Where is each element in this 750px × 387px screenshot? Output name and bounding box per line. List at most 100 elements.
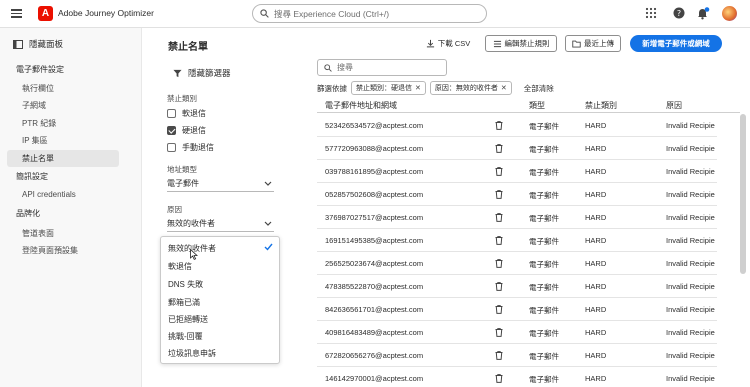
download-icon <box>426 39 434 48</box>
nav-item-suppression-list[interactable]: 禁止名單 <box>22 153 54 164</box>
checkbox-box[interactable] <box>167 109 176 118</box>
cell-category: HARD <box>585 144 607 153</box>
cell-category: HARD <box>585 121 607 130</box>
trash-icon[interactable] <box>495 236 503 245</box>
trash-icon[interactable] <box>495 167 503 176</box>
hide-filters-button[interactable]: 隱藏篩選器 <box>173 67 231 79</box>
column-header-type[interactable]: 類型 <box>529 100 545 111</box>
cell-category: HARD <box>585 328 607 337</box>
filter-tag-category[interactable]: 禁止類別：硬退信 ✕ <box>351 81 426 95</box>
list-search-input[interactable]: 搜尋 <box>317 59 447 76</box>
app-title[interactable]: Adobe Journey Optimizer <box>58 8 154 18</box>
list-search-placeholder: 搜尋 <box>337 63 353 72</box>
column-header-category[interactable]: 禁止類別 <box>585 100 617 111</box>
trash-icon[interactable] <box>495 190 503 199</box>
cell-category: HARD <box>585 282 607 291</box>
table-row[interactable]: 842636561701@acptest.com 電子郵件 HARD Invalid … <box>317 298 717 321</box>
trash-icon[interactable] <box>495 351 503 360</box>
reason-picker[interactable]: 無效的收件者 <box>167 216 274 232</box>
option-mailbox-full[interactable]: 郵箱已滿 <box>168 297 200 308</box>
cell-type: 電子郵件 <box>529 214 559 223</box>
table-row[interactable]: 039788161895@acptest.com 電子郵件 HARD Invalid … <box>317 160 717 183</box>
table-row[interactable]: 146142970001@acptest.com 電子郵件 HARD Invalid … <box>317 367 717 387</box>
hide-panel-toggle[interactable]: 隱藏面板 <box>13 38 63 50</box>
apps-grid-icon[interactable] <box>645 7 657 19</box>
nav-item-ip-pools[interactable]: IP 集區 <box>22 135 48 146</box>
table-row[interactable]: 376987027517@acptest.com 電子郵件 HARD Invalid … <box>317 206 717 229</box>
add-email-or-domain-button[interactable]: 新增電子郵件或網域 <box>630 35 722 52</box>
applied-filters-label: 篩選依據 <box>317 83 347 93</box>
cell-email: 672820656276@acptest.com <box>325 351 424 360</box>
option-challenge-response[interactable]: 挑戰-回覆 <box>168 331 203 342</box>
option-soft-bounce[interactable]: 軟退信 <box>168 261 192 272</box>
table-row[interactable]: 478385522870@acptest.com 電子郵件 HARD Invalid … <box>317 275 717 298</box>
nav-item-channel-surfaces[interactable]: 管道表面 <box>22 228 54 239</box>
cell-email: 577720963088@acptest.com <box>325 144 424 153</box>
avatar[interactable] <box>722 6 737 21</box>
nav-item-ptr-records[interactable]: PTR 紀錄 <box>22 118 56 129</box>
trash-icon[interactable] <box>495 374 503 383</box>
mouse-cursor-icon <box>190 249 198 260</box>
help-icon[interactable]: ? <box>673 7 685 19</box>
nav-item-execution-fields[interactable]: 執行欄位 <box>22 83 54 94</box>
address-type-picker[interactable]: 電子郵件 <box>167 176 274 192</box>
table-row[interactable]: 409816483489@acptest.com 電子郵件 HARD Invalid … <box>317 321 717 344</box>
chevron-down-icon <box>264 181 272 186</box>
folder-icon <box>572 40 581 48</box>
close-icon[interactable]: ✕ <box>501 84 507 92</box>
table-header: 電子郵件地址和網域 類型 禁止類別 原因 <box>317 96 740 113</box>
table-row[interactable]: 672820656276@acptest.com 電子郵件 HARD Invalid … <box>317 344 717 367</box>
column-header-reason[interactable]: 原因 <box>666 100 682 111</box>
nav-item-landing-page-presets[interactable]: 登陸頁面預設集 <box>22 245 78 256</box>
recent-uploads-label: 最近上傳 <box>584 39 614 48</box>
global-search-input[interactable]: 搜尋 Experience Cloud (Ctrl+/) <box>252 4 487 23</box>
download-csv-button[interactable]: 下載 CSV <box>425 35 471 52</box>
nav-section-branding: 品牌化 <box>16 209 40 218</box>
checkbox-soft-bounce[interactable]: 軟退信 <box>167 108 206 119</box>
trash-icon[interactable] <box>495 259 503 268</box>
checkbox-hard-bounce[interactable]: 硬退信 <box>167 125 206 136</box>
cell-reason: Invalid Recipie <box>666 190 715 199</box>
trash-icon[interactable] <box>495 282 503 291</box>
table-row[interactable]: 052857502608@acptest.com 電子郵件 HARD Invalid … <box>317 183 717 206</box>
table-row[interactable]: 256525023674@acptest.com 電子郵件 HARD Invalid … <box>317 252 717 275</box>
table-row[interactable]: 523426534572@acptest.com 電子郵件 HARD Invalid … <box>317 114 717 137</box>
chevron-down-icon <box>264 221 272 226</box>
cell-category: HARD <box>585 305 607 314</box>
trash-icon[interactable] <box>495 121 503 130</box>
nav-item-subdomains[interactable]: 子網域 <box>22 100 46 111</box>
option-spam-complaint[interactable]: 垃圾訊息申訴 <box>168 348 216 359</box>
cell-reason: Invalid Recipie <box>666 236 715 245</box>
hide-filters-label: 隱藏篩選器 <box>188 68 231 78</box>
trash-icon[interactable] <box>495 144 503 153</box>
nav-item-api-credentials[interactable]: API credentials <box>22 190 76 199</box>
cell-reason: Invalid Recipie <box>666 305 715 314</box>
hamburger-menu-icon[interactable] <box>11 9 22 18</box>
option-dns-failure[interactable]: DNS 失敗 <box>168 279 203 290</box>
checkmark-icon <box>264 243 273 251</box>
table-row[interactable]: 577720963088@acptest.com 電子郵件 HARD Invalid … <box>317 137 717 160</box>
reason-dropdown-menu: 無效的收件者 軟退信 DNS 失敗 郵箱已滿 已拒絕轉送 挑戰-回覆 垃圾訊息申… <box>160 236 280 364</box>
trash-icon[interactable] <box>495 305 503 314</box>
filter-tag-reason[interactable]: 原因：無效的收件者 ✕ <box>429 81 512 95</box>
checkbox-box-checked[interactable] <box>167 126 176 135</box>
column-header-email[interactable]: 電子郵件地址和網域 <box>325 100 397 111</box>
cell-email: 039788161895@acptest.com <box>325 167 424 176</box>
checkbox-manual[interactable]: 手動退信 <box>167 142 214 153</box>
trash-icon[interactable] <box>495 213 503 222</box>
cell-email: 842636561701@acptest.com <box>325 305 424 314</box>
rules-icon <box>493 40 501 47</box>
trash-icon[interactable] <box>495 328 503 337</box>
cell-category: HARD <box>585 190 607 199</box>
close-icon[interactable]: ✕ <box>415 84 421 92</box>
edit-suppression-rules-button[interactable]: 編輯禁止規則 <box>485 35 557 52</box>
table-scrollbar[interactable] <box>740 114 746 274</box>
table-body: 523426534572@acptest.com 電子郵件 HARD Invalid … <box>317 114 740 387</box>
recent-uploads-button[interactable]: 最近上傳 <box>565 35 621 52</box>
clear-all-link[interactable]: 全部清除 <box>524 83 554 94</box>
bell-icon[interactable] <box>696 7 710 20</box>
option-relay-denied[interactable]: 已拒絕轉送 <box>168 314 208 325</box>
checkbox-box[interactable] <box>167 143 176 152</box>
table-row[interactable]: 169151495385@acptest.com 電子郵件 HARD Invalid … <box>317 229 717 252</box>
checkbox-label: 手動退信 <box>182 143 214 152</box>
